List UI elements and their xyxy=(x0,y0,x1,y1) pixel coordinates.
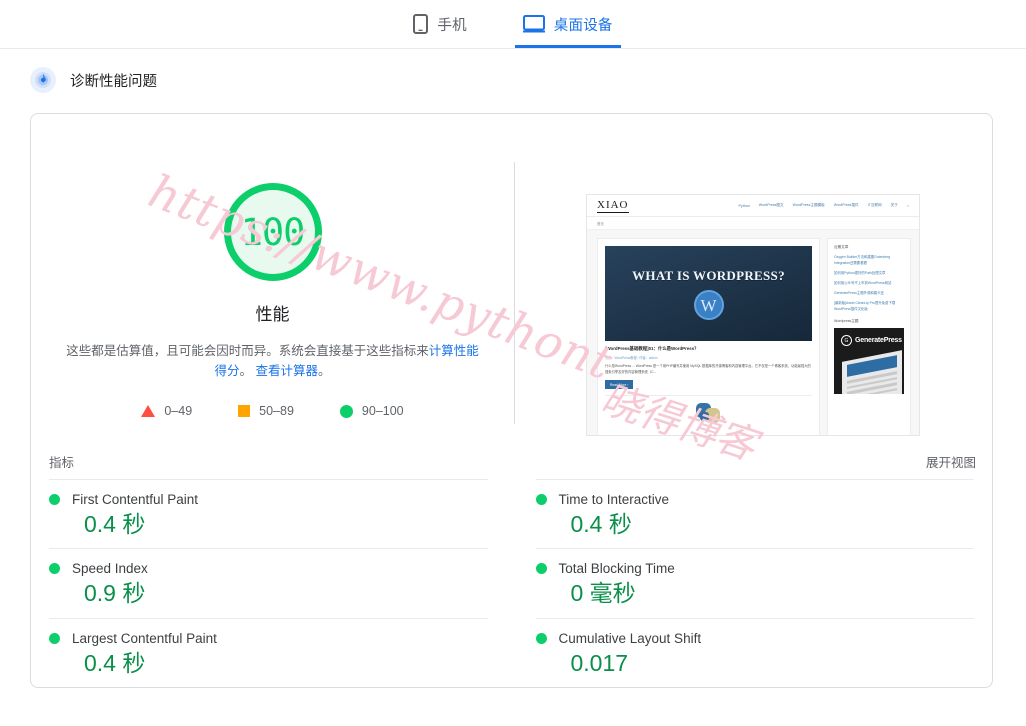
screenshot-breadcrumb: 首页 xyxy=(587,217,919,230)
device-tab-bar: 手机 桌面设备 xyxy=(0,0,1026,49)
performance-card: 100 性能 这些都是估算值，且可能会因时而异。系统会直接基于这些指标来计算性能… xyxy=(30,113,993,689)
metric-value: 0 毫秒 xyxy=(570,580,636,607)
screenshot-ad-banner: G GeneratePress xyxy=(834,328,904,395)
screenshot-sidebar-link: 如何用Python更好的Path处理文章 xyxy=(834,270,886,275)
screenshot-main-column: WHAT IS WORDPRESS? W [WordPress基础教程]01：什… xyxy=(597,238,820,435)
legend-item-poor: 0–49 xyxy=(141,404,192,418)
screenshot-nav-menu: Python WordPress图文 WordPress主题模板 WordPre… xyxy=(739,203,909,208)
triangle-icon xyxy=(141,405,156,417)
screenshot-nav-item: 关于 xyxy=(890,203,898,207)
screenshot-post-title: [WordPress基础教程]01：什么是WordPress？ xyxy=(605,346,699,351)
status-circle-icon xyxy=(535,563,547,575)
score-description-text: 这些都是估算值，且可能会因时而异。系统会直接基于这些指标来 xyxy=(66,344,429,358)
lighthouse-icon xyxy=(30,67,56,93)
tab-desktop-label: 桌面设备 xyxy=(553,17,613,34)
page-title: 诊断性能问题 xyxy=(70,73,157,90)
screenshot-sidebar-heading: 近期文章 xyxy=(834,245,849,249)
metrics-column-right: Time to Interactive 0.4 秒 Total Blocking… xyxy=(512,479,974,687)
legend-label-average: 50–89 xyxy=(259,404,294,418)
screenshot-ad-name: GeneratePress xyxy=(855,337,902,345)
metric-item[interactable]: Time to Interactive 0.4 秒 xyxy=(535,479,974,548)
gauge-score-value: 100 xyxy=(240,210,306,254)
mobile-icon xyxy=(413,14,429,34)
metric-value: 0.4 秒 xyxy=(84,649,146,676)
screenshot-sidebar-link: Oxygen Builder方法和建图Gutenberg Integration… xyxy=(834,255,891,265)
score-pane: 100 性能 这些都是估算值，且可能会因时而异。系统会直接基于这些指标来计算性能… xyxy=(31,128,514,436)
performance-gauge: 100 xyxy=(223,183,322,281)
status-circle-icon xyxy=(49,494,60,505)
metric-name: Speed Index xyxy=(72,561,148,577)
screenshot-post-meta: 分类：WordPress教程 / 作者：admin xyxy=(605,356,658,360)
metric-name: First Contentful Paint xyxy=(72,492,199,507)
gauge-caption: 性能 xyxy=(255,305,290,324)
tab-desktop[interactable]: 桌面设备 xyxy=(514,1,621,48)
screenshot-read-more-button: Read More › xyxy=(605,380,634,390)
square-icon xyxy=(238,405,251,417)
status-circle-icon xyxy=(49,563,60,575)
screenshot-nav-item: WordPress主题模板 xyxy=(792,203,825,207)
metric-value: 0.017 xyxy=(570,649,629,676)
score-description-sep: 。 xyxy=(239,364,256,378)
metric-value: 0.4 秒 xyxy=(570,511,632,537)
metric-name: Largest Contentful Paint xyxy=(72,630,217,646)
metric-value: 0.4 秒 xyxy=(84,511,146,537)
screenshot-sidebar-link: 如何用公众号不上市到WordPress网站 xyxy=(834,280,892,285)
metric-name: Time to Interactive xyxy=(558,492,670,507)
diagnose-header: 诊断性能问题 xyxy=(0,49,1026,95)
screenshot-nav-item: WordPress插件 xyxy=(833,203,859,207)
tab-mobile-label: 手机 xyxy=(437,17,467,34)
screenshot-sidebar: 近期文章 Oxygen Builder方法和建图Gutenberg Integr… xyxy=(827,238,911,435)
status-circle-icon xyxy=(49,632,60,644)
status-circle-icon xyxy=(535,632,547,644)
metric-item[interactable]: Largest Contentful Paint 0.4 秒 xyxy=(49,617,488,687)
metrics-header: 指标 展开视图 xyxy=(31,442,992,479)
metric-item[interactable]: Cumulative Layout Shift 0.017 xyxy=(535,617,974,687)
metrics-column-left: First Contentful Paint 0.4 秒 Speed Index… xyxy=(49,479,512,687)
desktop-icon xyxy=(522,15,545,33)
screenshot-pane: XIAO Python WordPress图文 WordPress主题模板 Wo… xyxy=(514,128,992,436)
wordpress-icon: W xyxy=(693,290,724,320)
metrics-grid: First Contentful Paint 0.4 秒 Speed Index… xyxy=(31,479,992,687)
screenshot-second-post xyxy=(605,395,812,432)
screenshot-nav-item: WordPress图文 xyxy=(758,203,784,207)
legend-item-average: 50–89 xyxy=(238,404,294,418)
metric-item[interactable]: Speed Index 0.9 秒 xyxy=(49,548,488,617)
ad-document-graphic xyxy=(842,350,902,395)
screenshot-nav-item: IT互联网 xyxy=(867,203,882,207)
legend-label-poor: 0–49 xyxy=(164,404,193,418)
screenshot-sidebar-heading-2: Wordpress主题 xyxy=(834,319,859,324)
metrics-heading: 指标 xyxy=(49,456,75,470)
score-description-end: 。 xyxy=(318,364,331,378)
score-legend: 0–49 50–89 90–100 xyxy=(141,404,404,418)
metric-name: Total Blocking Time xyxy=(558,561,675,577)
metric-item[interactable]: First Contentful Paint 0.4 秒 xyxy=(49,479,488,548)
legend-item-good: 90–100 xyxy=(339,404,404,418)
score-description: 这些都是估算值，且可能会因时而异。系统会直接基于这些指标来计算性能得分。 查看计… xyxy=(63,341,483,381)
legend-label-good: 90–100 xyxy=(361,404,404,418)
metric-name: Cumulative Layout Shift xyxy=(558,630,702,646)
generatepress-logo-icon: G xyxy=(841,335,852,347)
vertical-divider xyxy=(514,162,515,424)
screenshot-body: WHAT IS WORDPRESS? W [WordPress基础教程]01：什… xyxy=(587,230,919,435)
screenshot-hero-text: WHAT IS WORDPRESS? xyxy=(632,268,785,283)
card-top-section: 100 性能 这些都是估算值，且可能会因时而异。系统会直接基于这些指标来计算性能… xyxy=(31,114,992,442)
screenshot-logo: XIAO xyxy=(597,198,629,213)
screenshot-post-excerpt: 什么是WordPress ... WordPress 是一个用PHP编写并使用 … xyxy=(605,364,811,374)
site-screenshot: XIAO Python WordPress图文 WordPress主题模板 Wo… xyxy=(586,194,920,436)
screenshot-sidebar-link: GeneratePress主题外观和模卡还 xyxy=(834,290,884,295)
status-circle-icon xyxy=(535,494,547,505)
screenshot-sidebar-link: [最新版]Asset CleanUp Pro提升免费下载 WordPress插件… xyxy=(834,300,896,311)
view-calculator-link[interactable]: 查看计算器 xyxy=(255,364,318,378)
circle-icon xyxy=(339,404,353,418)
metric-item[interactable]: Total Blocking Time 0 毫秒 xyxy=(535,548,974,617)
python-logo-icon xyxy=(695,403,722,425)
search-icon: ○ xyxy=(906,203,909,208)
expand-view-button[interactable]: 展开视图 xyxy=(926,452,976,471)
tab-mobile[interactable]: 手机 xyxy=(409,1,470,48)
screenshot-navbar: XIAO Python WordPress图文 WordPress主题模板 Wo… xyxy=(587,195,919,217)
screenshot-hero: WHAT IS WORDPRESS? W xyxy=(605,246,812,341)
metric-value: 0.9 秒 xyxy=(84,580,146,607)
screenshot-nav-item: Python xyxy=(738,203,750,208)
